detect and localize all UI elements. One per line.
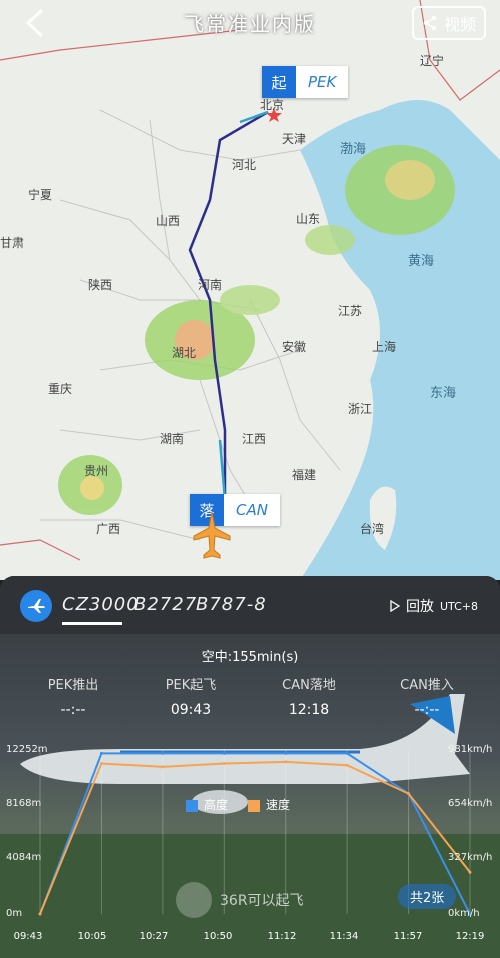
label-hubei: 湖北 [172, 346, 197, 360]
y-left-tick: 4084m [6, 852, 42, 863]
share-video-button[interactable]: 视频 [411, 6, 486, 40]
label-tianjin: 天津 [282, 132, 307, 146]
speed-point [284, 760, 288, 764]
aircraft-icon[interactable] [192, 510, 232, 560]
label-taiwan: 台湾 [360, 522, 385, 536]
x-tick: 09:43 [13, 931, 43, 942]
watermark-logo-icon [176, 882, 212, 918]
label-henan: 河南 [198, 278, 223, 292]
label-guizhou: 贵州 [84, 464, 109, 478]
label-guangxi: 广西 [96, 522, 121, 536]
speed-point [468, 870, 472, 874]
map-view[interactable]: 辽宁 天津 渤海 河北 宁夏 山西 山东 黄海 陕西 河南 江苏 湖北 安徽 上… [0, 0, 500, 580]
altitude-point [284, 751, 288, 755]
speed-point [99, 762, 103, 766]
share-icon [423, 15, 437, 31]
speed-point [345, 763, 349, 767]
x-tick: 11:34 [329, 931, 359, 942]
speed-point [222, 762, 226, 766]
top-bar: 飞常准业内版 视频 [0, 0, 500, 44]
y-right-tick: 654km/h [448, 798, 493, 809]
altitude-point [345, 751, 349, 755]
speed-point [38, 912, 42, 916]
y-right-tick: 327km/h [448, 852, 493, 863]
x-tick: 10:50 [203, 931, 233, 942]
y-right-tick: 0km/h [448, 908, 480, 919]
label-shanghai: 上海 [372, 340, 397, 354]
legend-speed: 速度 [248, 796, 290, 813]
speed-point [407, 792, 411, 796]
altitude-point [222, 751, 226, 755]
x-tick: 11:12 [267, 931, 297, 942]
label-shanxi: 山西 [156, 214, 181, 228]
legend-altitude: 高度 [186, 796, 228, 813]
origin-badge: 起 [262, 66, 296, 98]
y-left-tick: 0m [6, 908, 23, 919]
label-shandong: 山东 [296, 212, 321, 226]
flight-panel: CZ3000 B2727 B787-8 回放 UTC+8 空中:155min(s… [0, 576, 500, 958]
label-hunan: 湖南 [160, 432, 185, 446]
label-chongqing: 重庆 [48, 382, 73, 396]
label-shaanxi: 陕西 [88, 278, 113, 292]
label-liaoning: 辽宁 [420, 54, 445, 68]
altitude-point [99, 751, 103, 755]
chart-legend: 高度 速度 [186, 796, 290, 813]
map-canvas [0, 0, 500, 580]
watermark-text: 36R可以起飞 [220, 893, 304, 909]
y-left-tick: 12252m [6, 744, 48, 755]
x-tick: 10:27 [139, 931, 169, 942]
label-bohai: 渤海 [340, 142, 367, 157]
label-anhui: 安徽 [282, 340, 307, 354]
y-left-tick: 8168m [6, 798, 42, 809]
y-right-tick: 981km/h [448, 744, 493, 755]
altitude-point [161, 751, 165, 755]
label-huanghai: 黄海 [408, 254, 435, 269]
label-zhejiang: 浙江 [348, 402, 373, 416]
photo-count-button[interactable]: 共2张 [398, 884, 457, 909]
label-fujian: 福建 [292, 468, 317, 482]
x-tick: 10:05 [77, 931, 107, 942]
label-gansu: 甘肃 [0, 236, 25, 250]
label-ningxia: 宁夏 [28, 188, 53, 202]
speed-point [161, 765, 165, 769]
label-donghai: 东海 [430, 386, 457, 401]
share-label: 视频 [443, 15, 476, 34]
x-tick: 11:57 [393, 931, 423, 942]
photo-watermark: 36R可以起飞 [176, 882, 304, 918]
label-jiangxi: 江西 [242, 432, 267, 446]
origin-code: PEK [308, 73, 337, 91]
x-tick: 12:19 [455, 931, 485, 942]
label-jiangsu: 江苏 [338, 304, 363, 318]
origin-marker[interactable]: 起 PEK [262, 66, 349, 98]
origin-city: 北京 [260, 98, 285, 112]
destination-code: CAN [236, 501, 268, 519]
label-hebei: 河北 [232, 158, 257, 172]
